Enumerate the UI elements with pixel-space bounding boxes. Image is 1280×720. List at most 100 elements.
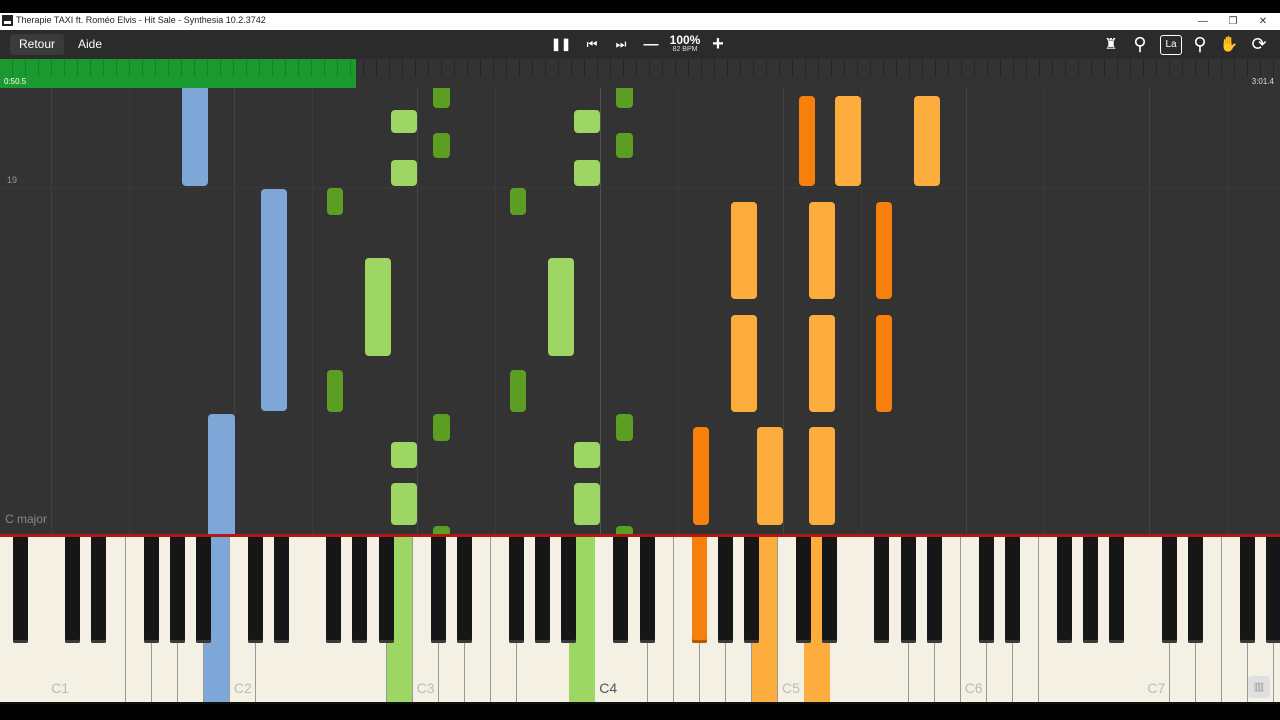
black-key bbox=[1083, 537, 1099, 643]
falling-note bbox=[574, 110, 600, 133]
falling-note bbox=[809, 315, 835, 412]
falling-note bbox=[510, 370, 526, 412]
falling-note bbox=[574, 442, 600, 468]
octave-label-c2: C2 bbox=[233, 680, 252, 696]
piano-keyboard: C1 C2 C3 C4 C5 C6 C7 bbox=[0, 537, 1280, 704]
black-key bbox=[326, 537, 342, 643]
falling-note bbox=[327, 370, 343, 412]
falling-note bbox=[327, 188, 343, 215]
black-key bbox=[613, 537, 629, 643]
metronome-icon[interactable]: ♜ bbox=[1100, 34, 1122, 55]
falling-note bbox=[391, 483, 417, 525]
black-key bbox=[926, 537, 942, 643]
help-button[interactable]: Aide bbox=[70, 34, 110, 55]
black-key bbox=[535, 537, 551, 643]
hand-icon[interactable]: ✋ bbox=[1218, 34, 1240, 55]
falling-note bbox=[809, 427, 835, 525]
black-key bbox=[900, 537, 916, 643]
falling-note bbox=[391, 442, 417, 468]
key-signature-label: C major bbox=[5, 512, 48, 526]
measure-number: 19 bbox=[7, 175, 18, 185]
falling-note bbox=[391, 160, 417, 186]
falling-note bbox=[365, 258, 391, 356]
falling-note bbox=[799, 96, 815, 186]
falling-note bbox=[876, 202, 892, 299]
progress-fill bbox=[0, 59, 356, 88]
black-key bbox=[169, 537, 185, 643]
location-icon[interactable]: ⚲ bbox=[1189, 34, 1211, 55]
black-key bbox=[874, 537, 890, 643]
falling-note bbox=[876, 315, 892, 412]
black-key bbox=[1239, 537, 1255, 643]
black-key bbox=[743, 537, 759, 643]
falling-note bbox=[616, 414, 633, 441]
falling-note bbox=[757, 427, 783, 525]
search-icon[interactable]: ⚲ bbox=[1129, 34, 1151, 55]
falling-note bbox=[731, 315, 757, 412]
restore-button[interactable]: ❐ bbox=[1218, 13, 1248, 30]
synthesia-app-icon bbox=[2, 15, 13, 26]
falling-note bbox=[914, 96, 940, 186]
speed-increase-icon[interactable]: + bbox=[707, 34, 729, 55]
song-progress-bar[interactable] bbox=[0, 59, 1280, 88]
black-key bbox=[822, 537, 838, 643]
falling-note bbox=[835, 96, 861, 186]
octave-label-c5: C5 bbox=[782, 680, 800, 696]
falling-note bbox=[616, 133, 633, 158]
falling-note bbox=[510, 188, 526, 215]
falling-note bbox=[433, 526, 450, 534]
pause-icon[interactable]: ❚❚ bbox=[550, 34, 572, 55]
falling-note bbox=[616, 526, 633, 534]
falling-note bbox=[433, 88, 450, 108]
black-key bbox=[691, 537, 707, 643]
toolbar: Retour Aide ❚❚ ⏮ ⏭ — + ♜ ⚲ La ⚲ ✋ ⟳ bbox=[0, 30, 1280, 59]
window-title: Therapie TAXI ft. Roméo Elvis - Hit Sale… bbox=[16, 15, 266, 25]
la-icon[interactable]: La bbox=[1160, 35, 1182, 55]
black-key bbox=[352, 537, 368, 643]
black-key bbox=[430, 537, 446, 643]
speed-bpm: 82 BPM bbox=[672, 46, 698, 53]
black-key bbox=[1109, 537, 1125, 643]
octave-label-c7: C7 bbox=[1147, 680, 1166, 696]
black-key bbox=[1004, 537, 1020, 643]
speed-decrease-icon[interactable]: — bbox=[640, 34, 662, 55]
keyboard-settings-icon[interactable]: ▥ bbox=[1248, 676, 1270, 698]
window-titlebar: Therapie TAXI ft. Roméo Elvis - Hit Sale… bbox=[0, 13, 1280, 30]
falling-note bbox=[208, 414, 235, 534]
previous-icon[interactable]: ⏮ bbox=[581, 34, 603, 55]
falling-note bbox=[574, 483, 600, 525]
falling-note bbox=[182, 88, 208, 186]
black-key bbox=[143, 537, 159, 643]
octave-label-c1: C1 bbox=[51, 680, 70, 696]
falling-note bbox=[433, 414, 450, 441]
black-key bbox=[195, 537, 211, 643]
black-key bbox=[1265, 537, 1280, 643]
note-roll: 19 C major bbox=[0, 88, 1280, 534]
black-key bbox=[248, 537, 263, 643]
black-key bbox=[91, 537, 107, 643]
black-key bbox=[639, 537, 655, 643]
back-button[interactable]: Retour bbox=[10, 34, 64, 55]
black-key bbox=[561, 537, 577, 643]
black-key bbox=[796, 537, 812, 643]
octave-label-c6: C6 bbox=[964, 680, 983, 696]
falling-note bbox=[809, 202, 835, 299]
falling-note bbox=[693, 427, 709, 525]
black-key bbox=[13, 537, 29, 643]
falling-note bbox=[548, 258, 574, 356]
current-time: 0:50.5 bbox=[4, 77, 27, 86]
falling-note bbox=[391, 110, 417, 133]
black-key bbox=[1161, 537, 1177, 643]
next-icon[interactable]: ⏭ bbox=[610, 34, 632, 55]
falling-note bbox=[574, 160, 600, 186]
black-key bbox=[717, 537, 733, 643]
loop-icon[interactable]: ⟳ bbox=[1248, 34, 1270, 55]
black-key bbox=[1057, 537, 1073, 643]
minimize-button[interactable]: — bbox=[1188, 13, 1218, 30]
speed-percent[interactable]: 100% bbox=[664, 33, 706, 47]
total-time: 3:01.4 bbox=[1251, 77, 1274, 86]
black-key bbox=[65, 537, 81, 643]
close-button[interactable]: ✕ bbox=[1248, 13, 1278, 30]
falling-note bbox=[433, 133, 450, 158]
octave-label-c3: C3 bbox=[416, 680, 435, 696]
